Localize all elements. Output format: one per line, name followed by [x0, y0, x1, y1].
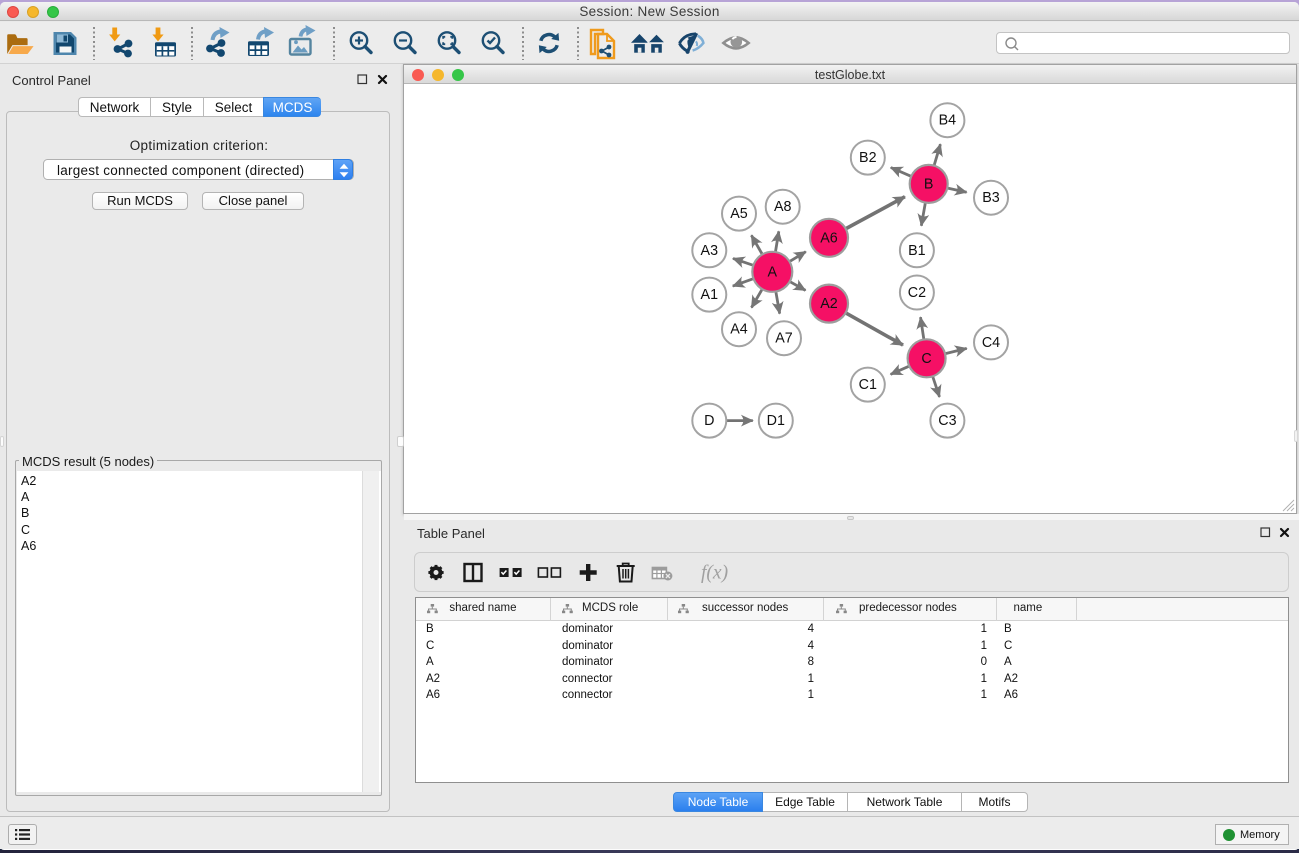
svg-text:C3: C3	[938, 413, 956, 429]
svg-text:A8: A8	[774, 199, 792, 215]
svg-text:B4: B4	[939, 113, 957, 129]
svg-text:D1: D1	[767, 413, 785, 429]
svg-text:B2: B2	[859, 150, 877, 166]
svg-text:A6: A6	[820, 230, 838, 246]
svg-text:C1: C1	[859, 377, 877, 393]
svg-text:C4: C4	[982, 335, 1000, 351]
svg-text:A7: A7	[775, 331, 793, 347]
svg-text:A4: A4	[730, 322, 748, 338]
svg-text:A1: A1	[701, 287, 719, 303]
svg-text:f(x): f(x)	[701, 563, 728, 584]
svg-text:A2: A2	[820, 296, 838, 312]
svg-text:A5: A5	[730, 206, 748, 222]
svg-text:C: C	[921, 351, 931, 367]
svg-text:C2: C2	[908, 285, 926, 301]
svg-text:B3: B3	[982, 190, 1000, 206]
svg-text:A: A	[768, 264, 778, 280]
svg-text:B1: B1	[908, 243, 926, 259]
svg-text:A3: A3	[701, 243, 719, 259]
svg-text:B: B	[924, 176, 934, 192]
svg-text:D: D	[704, 413, 714, 429]
